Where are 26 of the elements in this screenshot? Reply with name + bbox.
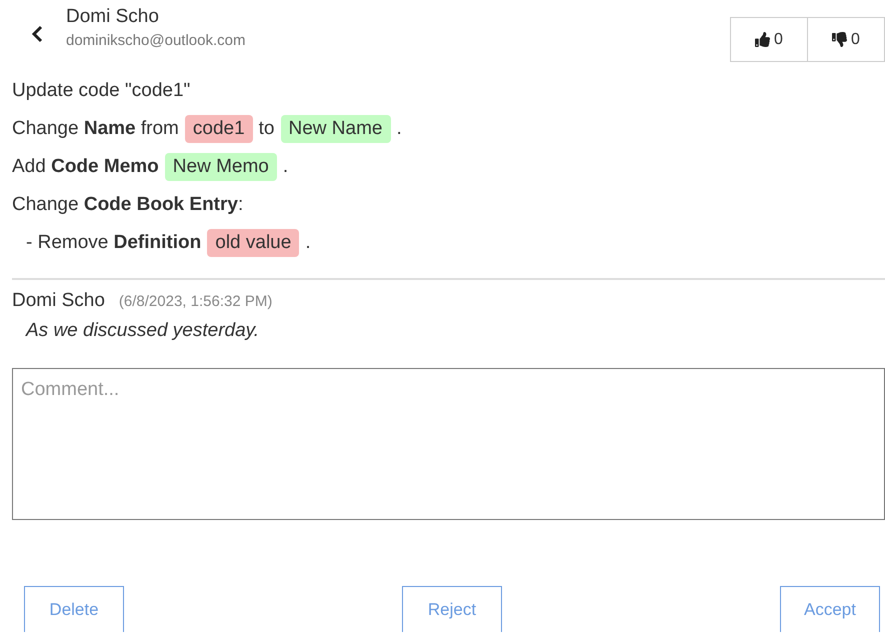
removed-value: old value [207, 229, 300, 257]
action-button[interactable]: Accept [780, 586, 880, 632]
comment-text: As we discussed yesterday. [24, 320, 260, 342]
change-text: . [282, 156, 288, 178]
change-text: . [396, 118, 402, 140]
comment-field[interactable]: Comment... [12, 368, 885, 520]
added-value: New Memo [164, 153, 277, 181]
change-text: Add Code Memo [12, 156, 159, 178]
change-text: Change Name from [12, 118, 179, 140]
action-button[interactable]: Reject [402, 586, 502, 632]
change-text: to [258, 118, 275, 140]
thumbs-up-button[interactable]: 0 [730, 17, 808, 62]
comment-time: (6/8/2023, 1:56:32 PM) [118, 293, 272, 310]
comment-author: Domi Scho [12, 290, 105, 312]
removed-value: code1 [184, 115, 253, 143]
thumbs-down-icon [832, 32, 848, 47]
added-value: New Name [280, 115, 390, 143]
change-text: - Remove Definition [26, 232, 202, 254]
change-text: Change Code Book Entry: [12, 194, 244, 216]
user-name: Domi Scho [66, 6, 160, 28]
change-text: . [305, 232, 311, 254]
action-button[interactable]: Delete [24, 586, 124, 632]
thumbs-up-icon [755, 32, 770, 47]
change-text: Update code "code1" [12, 80, 190, 102]
user-email: dominikscho@outlook.com [66, 32, 246, 49]
thumbs-down-button[interactable]: 0 [807, 17, 885, 62]
